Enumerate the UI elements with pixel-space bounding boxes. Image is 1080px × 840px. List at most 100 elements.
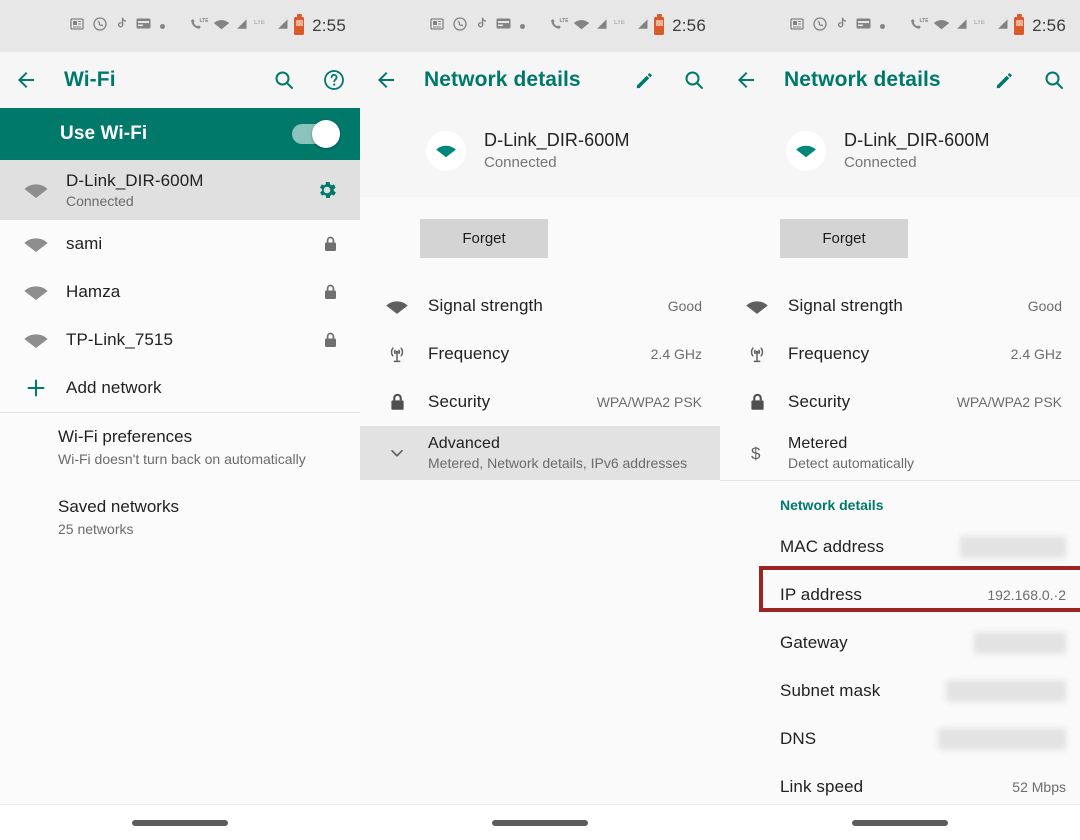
- search-icon[interactable]: [682, 68, 706, 92]
- back-arrow-icon[interactable]: [374, 68, 398, 92]
- network-status: Connected: [844, 154, 990, 171]
- wifi-preferences-row[interactable]: Wi-Fi preferences Wi-Fi doesn't turn bac…: [0, 413, 360, 483]
- network-header-text: D-Link_DIR-600M Connected: [844, 130, 990, 171]
- svg-text:LTE: LTE: [560, 18, 569, 24]
- chevron-down-icon: [374, 442, 420, 464]
- detail-value: 52 Mbps: [1012, 779, 1066, 795]
- detail-row-signal-strength: Signal strength Good: [360, 282, 720, 330]
- metered-text-wrap: Metered Detect automatically: [780, 435, 1062, 471]
- svg-text:LTE: LTE: [254, 20, 265, 26]
- svg-text:LTE: LTE: [974, 20, 985, 26]
- signal-sim2-icon: [276, 17, 289, 36]
- search-icon[interactable]: [1042, 68, 1066, 92]
- wifi-icon: [933, 17, 950, 36]
- home-gesture-pill[interactable]: [132, 820, 228, 826]
- lock-icon: [323, 235, 338, 253]
- metered-label: Metered: [788, 435, 847, 452]
- help-icon[interactable]: [322, 68, 346, 92]
- home-gesture-pill[interactable]: [492, 820, 588, 826]
- detail-row-gateway: Gateway: [720, 619, 1080, 667]
- detail-row-signal-strength: Signal strength Good: [720, 282, 1080, 330]
- three-panel-screenshot-strip: LTE LTE 2:55: [0, 0, 1080, 840]
- add-network-row[interactable]: Add network: [0, 364, 360, 412]
- gesture-nav-bar-panel2[interactable]: [360, 804, 720, 840]
- detail-label: Frequency: [428, 344, 509, 363]
- wifi-icon: [573, 17, 590, 36]
- detail-label-wrap: Signal strength: [420, 296, 668, 316]
- gesture-nav-bar-panel1[interactable]: [0, 804, 360, 840]
- gear-icon[interactable]: [316, 179, 338, 201]
- wifi-network-row[interactable]: sami: [0, 220, 360, 268]
- more-dot-icon: [520, 24, 525, 29]
- svg-text:LTE: LTE: [614, 20, 625, 26]
- wifi-preferences-title: Wi-Fi preferences: [58, 427, 338, 447]
- wifi-signal-icon: [786, 131, 826, 171]
- wifi-network-row[interactable]: Hamza: [0, 268, 360, 316]
- pencil-icon[interactable]: [993, 69, 1016, 92]
- whatsapp-icon: [93, 17, 107, 36]
- wifi-network-text: Hamza: [58, 282, 323, 302]
- card-icon: [496, 17, 511, 35]
- detail-label: Gateway: [780, 633, 974, 653]
- more-dot-icon: [880, 24, 885, 29]
- detail-label: Subnet mask: [780, 681, 946, 701]
- signal-sim1-icon: [955, 17, 968, 36]
- saved-networks-row[interactable]: Saved networks 25 networks: [0, 483, 360, 553]
- redacted-value: [960, 536, 1066, 558]
- redacted-value: [974, 632, 1066, 654]
- detail-label: MAC address: [780, 537, 960, 557]
- detail-value: WPA/WPA2 PSK: [597, 394, 702, 410]
- advanced-text-wrap: Advanced Metered, Network details, IPv6 …: [420, 435, 702, 471]
- tiktok-icon: [476, 17, 487, 36]
- wifi-network-row[interactable]: TP-Link_7515: [0, 316, 360, 364]
- tiktok-icon: [116, 17, 127, 36]
- network-header: D-Link_DIR-600M Connected: [360, 108, 720, 197]
- detail-label-wrap: Security: [780, 392, 957, 412]
- panel-network-details-expanded: LTE LTE 2:56: [720, 0, 1080, 840]
- detail-label: Signal strength: [428, 296, 543, 315]
- wifi-signal-icon: [374, 297, 420, 316]
- forget-button[interactable]: Forget: [420, 219, 548, 258]
- advanced-row[interactable]: Advanced Metered, Network details, IPv6 …: [360, 426, 720, 480]
- forget-button-container: Forget: [360, 197, 720, 282]
- appbar-network-details: Network details: [720, 52, 1080, 108]
- status-bar-notification-icons: [70, 17, 165, 36]
- wifi-network-ssid: sami: [66, 234, 102, 253]
- detail-label: Frequency: [788, 344, 869, 363]
- wifi-signal-icon: [14, 234, 58, 254]
- back-arrow-icon[interactable]: [14, 68, 38, 92]
- wifi-preferences-subtitle: Wi-Fi doesn't turn back on automatically: [58, 451, 338, 467]
- detail-value: 192.168.0.·2: [987, 587, 1066, 603]
- wifi-network-row-connected[interactable]: D-Link_DIR-600M Connected: [0, 160, 360, 220]
- whatsapp-icon: [453, 17, 467, 36]
- lte-label-icon: LTE: [973, 17, 991, 36]
- add-network-text: Add network: [58, 378, 338, 398]
- news-icon: [70, 17, 84, 36]
- detail-row-security: Security WPA/WPA2 PSK: [720, 378, 1080, 426]
- panel-wifi-list: LTE LTE 2:55: [0, 0, 360, 840]
- status-bar-system-icons-panel1: LTE LTE 2:55: [190, 0, 346, 52]
- detail-label: DNS: [780, 729, 938, 749]
- saved-networks-subtitle: 25 networks: [58, 521, 338, 537]
- use-wifi-row[interactable]: Use Wi-Fi: [0, 108, 360, 160]
- search-icon[interactable]: [272, 68, 296, 92]
- forget-button[interactable]: Forget: [780, 219, 908, 258]
- pencil-icon[interactable]: [633, 69, 656, 92]
- back-arrow-icon[interactable]: [734, 68, 758, 92]
- wifi-network-ssid: Hamza: [66, 282, 120, 301]
- toggle-knob: [312, 120, 340, 148]
- redacted-value: [938, 728, 1066, 750]
- page-title: Network details: [784, 68, 941, 92]
- metered-row[interactable]: $ Metered Detect automatically: [720, 426, 1080, 480]
- signal-sim1-icon: [595, 17, 608, 36]
- home-gesture-pill[interactable]: [852, 820, 948, 826]
- use-wifi-toggle[interactable]: [292, 124, 338, 144]
- signal-sim2-icon: [636, 17, 649, 36]
- status-bar-clock: 2:56: [672, 16, 706, 36]
- saved-networks-title: Saved networks: [58, 497, 338, 517]
- wifi-network-text: D-Link_DIR-600M Connected: [58, 171, 316, 209]
- network-header-text: D-Link_DIR-600M Connected: [484, 130, 630, 171]
- status-bar-notification-icons: [790, 17, 885, 36]
- gesture-nav-bar-panel3[interactable]: [720, 804, 1080, 840]
- advanced-subtitle: Metered, Network details, IPv6 addresses: [428, 455, 702, 471]
